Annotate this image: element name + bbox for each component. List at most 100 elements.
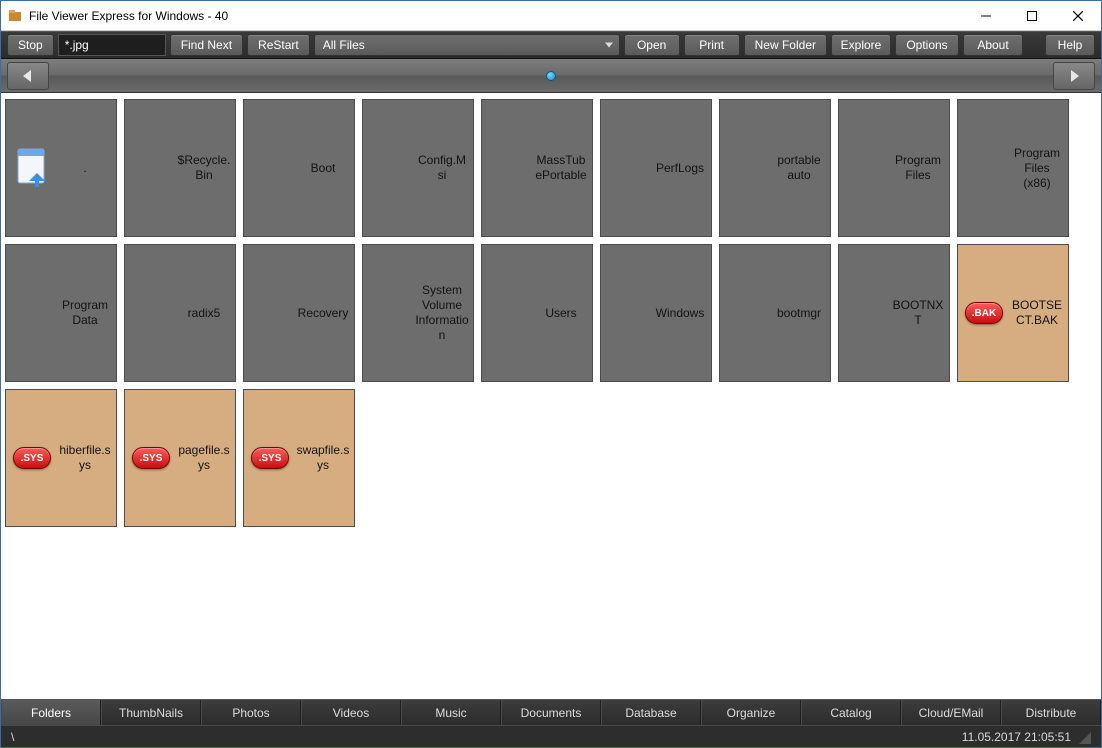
tile-label-col: Config.Msi	[415, 100, 473, 236]
folder-tile[interactable]: Program Files (x86)	[957, 99, 1069, 237]
tile-label: portable auto	[772, 153, 826, 183]
tile-label-col: Windows	[653, 245, 711, 381]
bottom-tab-documents[interactable]: Documents	[501, 700, 601, 725]
bottom-tab-thumbnails[interactable]: ThumbNails	[101, 700, 201, 725]
file-ext-badge: .SYS	[244, 390, 296, 526]
tile-label-col: System Volume Information	[415, 245, 473, 381]
tile-label: Program Files	[891, 153, 945, 183]
search-input[interactable]	[58, 34, 166, 56]
tile-label-col: PerfLogs	[653, 100, 711, 236]
tile-label: BOOTNXT	[891, 298, 945, 328]
folder-tile[interactable]: radix5	[124, 244, 236, 382]
bottom-tab-photos[interactable]: Photos	[201, 700, 301, 725]
about-button[interactable]: About	[963, 34, 1023, 56]
help-button[interactable]: Help	[1045, 34, 1095, 56]
bottom-tab-distribute[interactable]: Distribute	[1001, 700, 1101, 725]
tile-icon-empty	[958, 100, 1010, 236]
tile-label-col: MassTubePortable	[534, 100, 592, 236]
tile-icon-empty	[720, 245, 772, 381]
bottom-tab-folders[interactable]: Folders	[1, 700, 101, 725]
folder-tile[interactable]: ProgramData	[5, 244, 117, 382]
bottom-tab-database[interactable]: Database	[601, 700, 701, 725]
prev-button[interactable]	[7, 62, 49, 90]
folder-tile[interactable]: $Recycle.Bin	[124, 99, 236, 237]
bottom-tab-catalog[interactable]: Catalog	[801, 700, 901, 725]
folder-tile[interactable]: PerfLogs	[600, 99, 712, 237]
next-button[interactable]	[1053, 62, 1095, 90]
options-button[interactable]: Options	[895, 34, 959, 56]
tile-label: Recovery	[298, 306, 349, 321]
file-tile[interactable]: .BAKBOOTSECT.BAK	[957, 244, 1069, 382]
bottom-tab-videos[interactable]: Videos	[301, 700, 401, 725]
tile-label: .	[83, 161, 86, 176]
file-tile[interactable]: .SYSpagefile.sys	[124, 389, 236, 527]
tile-icon-empty	[601, 100, 653, 236]
tile-label-col: bootmgr	[772, 245, 830, 381]
bottom-tab-organize[interactable]: Organize	[701, 700, 801, 725]
explore-button[interactable]: Explore	[831, 34, 891, 56]
tile-icon-empty	[363, 245, 415, 381]
navigation-bar	[1, 59, 1101, 93]
file-ext-badge: .SYS	[6, 390, 58, 526]
tile-label: pagefile.sys	[177, 443, 231, 473]
folder-tile[interactable]: Users	[481, 244, 593, 382]
tile-icon-empty	[601, 245, 653, 381]
bottom-tab-cloud-email[interactable]: Cloud/EMail	[901, 700, 1001, 725]
stop-button[interactable]: Stop	[7, 34, 54, 56]
tile-icon-empty	[125, 245, 177, 381]
ext-badge-icon: .SYS	[13, 447, 51, 469]
file-ext-badge: .BAK	[958, 245, 1010, 381]
tile-label: hiberfile.sys	[58, 443, 112, 473]
file-tile[interactable]: .SYS hiberfile.sys	[5, 389, 117, 527]
folder-tile[interactable]: Config.Msi	[362, 99, 474, 237]
folder-tile[interactable]: Recovery	[243, 244, 355, 382]
open-button[interactable]: Open	[624, 34, 680, 56]
tile-label-col: BOOTNXT	[891, 245, 949, 381]
status-bar: \ 11.05.2017 21:05:51	[1, 725, 1101, 747]
tile-label-col: Boot	[296, 100, 354, 236]
tile-label: bootmgr	[777, 306, 821, 321]
thumbnail-grid: . $Recycle.Bin Boot Config.Msi MassTubePorta…	[5, 99, 1097, 527]
folder-tile[interactable]: Windows	[600, 244, 712, 382]
resize-grip-icon[interactable]	[1077, 730, 1091, 744]
ext-badge-icon: .BAK	[965, 302, 1003, 324]
bottom-tab-music[interactable]: Music	[401, 700, 501, 725]
tile-label-col: pagefile.sys	[177, 390, 235, 526]
tile-label-col: portable auto	[772, 100, 830, 236]
tile-label-col: Program Files	[891, 100, 949, 236]
tile-label: Program Files (x86)	[1010, 146, 1064, 191]
tile-icon-empty	[720, 100, 772, 236]
tile-icon-empty	[244, 100, 296, 236]
new-folder-button[interactable]: New Folder	[744, 34, 827, 56]
restart-button[interactable]: ReStart	[247, 34, 310, 56]
tile-label: Users	[545, 306, 576, 321]
filter-select[interactable]: All Files	[314, 34, 620, 56]
scrub-track[interactable]	[51, 59, 1051, 92]
titlebar: File Viewer Express for Windows - 40	[1, 1, 1101, 31]
minimize-button[interactable]	[963, 1, 1009, 31]
tile-label: Windows	[656, 306, 705, 321]
print-button[interactable]: Print	[684, 34, 740, 56]
ext-badge-icon: .SYS	[251, 447, 289, 469]
tile-icon-empty	[482, 245, 534, 381]
find-next-button[interactable]: Find Next	[170, 34, 243, 56]
tile-label: radix5	[188, 306, 221, 321]
maximize-button[interactable]	[1009, 1, 1055, 31]
toolbar: Stop Find Next ReStart All Files Open Pr…	[1, 31, 1101, 59]
close-button[interactable]	[1055, 1, 1101, 31]
file-tile[interactable]: .SYS swapfile.sys	[243, 389, 355, 527]
tile-label: MassTubePortable	[534, 153, 588, 183]
folder-tile[interactable]: BOOTNXT	[838, 244, 950, 382]
folder-tile[interactable]: Program Files	[838, 99, 950, 237]
tile-label: System Volume Information	[415, 283, 469, 343]
tile-label: swapfile.sys	[296, 443, 350, 473]
bottom-tabbar: FoldersThumbNailsPhotosVideosMusicDocume…	[1, 699, 1101, 725]
tile-label-col: Program Files (x86)	[1010, 100, 1068, 236]
folder-tile[interactable]: System Volume Information	[362, 244, 474, 382]
folder-tile[interactable]: portable auto	[719, 99, 831, 237]
folder-tile[interactable]: Boot	[243, 99, 355, 237]
tile-label-col: Users	[534, 245, 592, 381]
up-folder-tile[interactable]: .	[5, 99, 117, 237]
folder-tile[interactable]: MassTubePortable	[481, 99, 593, 237]
folder-tile[interactable]: bootmgr	[719, 244, 831, 382]
